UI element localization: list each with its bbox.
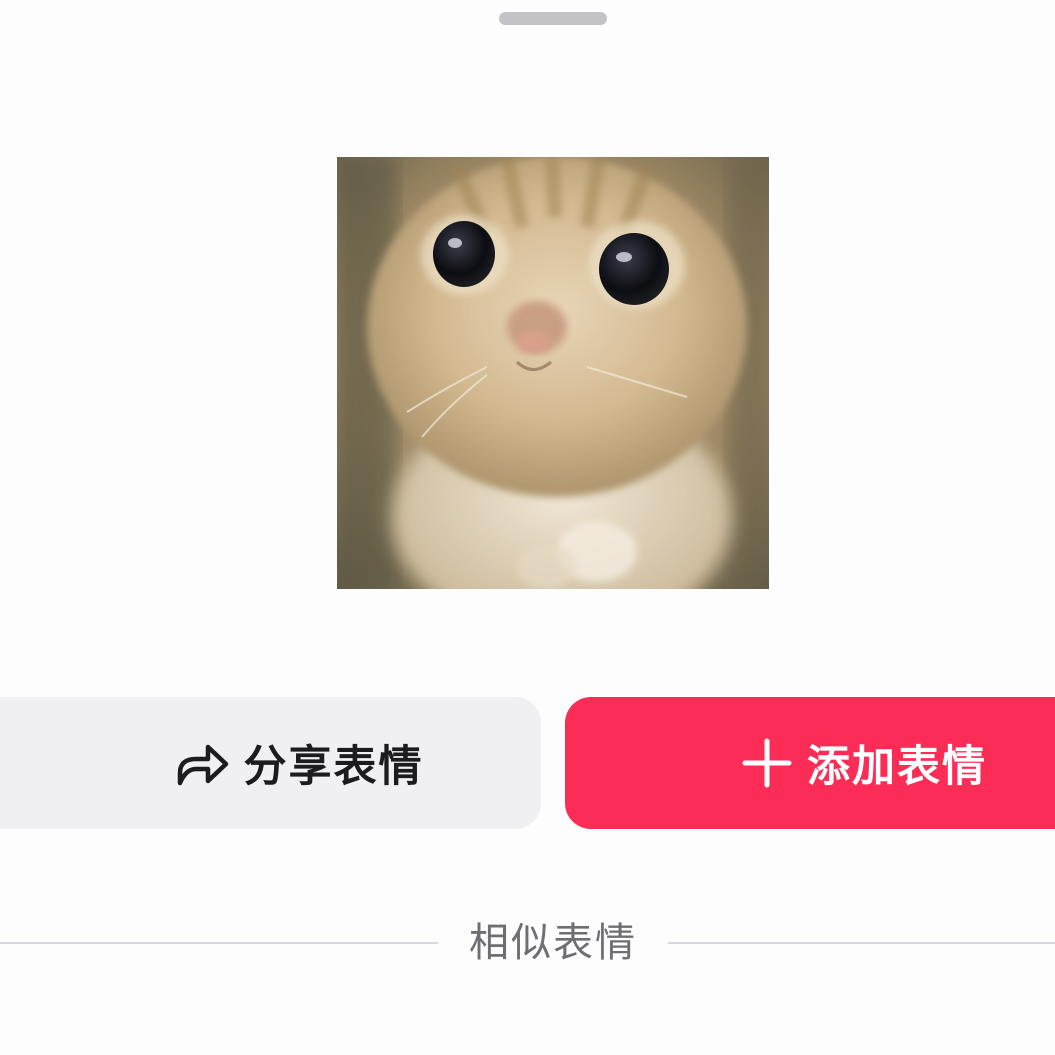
add-sticker-label: 添加表情: [807, 742, 987, 792]
share-sticker-label: 分享表情: [243, 742, 424, 792]
share-arrow-icon: [174, 739, 230, 787]
divider-line-left: [0, 942, 438, 944]
share-sticker-button[interactable]: 分享表情: [0, 697, 541, 829]
sticker-preview-image: [337, 157, 769, 589]
sticker-detail-sheet: 分享表情 添加表情 相似表情: [0, 0, 1055, 1055]
divider-line-right: [668, 942, 1055, 944]
kitten-illustration: [337, 157, 769, 589]
sheet-grabber-handle[interactable]: [499, 12, 607, 25]
similar-stickers-title: 相似表情: [469, 920, 637, 966]
plus-icon: [741, 737, 793, 789]
add-sticker-button[interactable]: 添加表情: [565, 697, 1055, 829]
similar-stickers-header: 相似表情: [0, 912, 1055, 974]
